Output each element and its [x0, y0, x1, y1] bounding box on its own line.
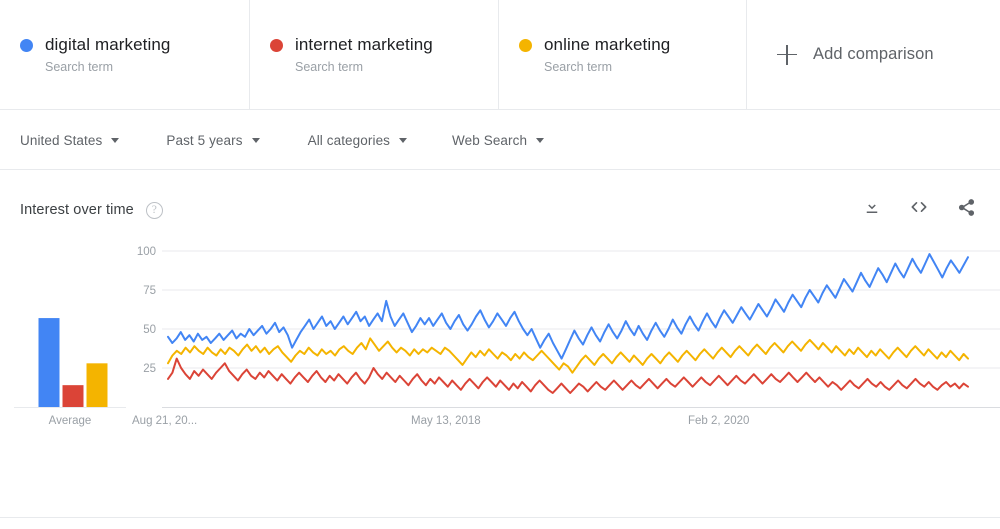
category-filter-label: All categories: [307, 132, 391, 148]
average-axis-label: Average: [48, 415, 92, 427]
chevron-down-icon: [251, 137, 260, 143]
svg-text:50: 50: [143, 324, 156, 336]
svg-text:100: 100: [137, 246, 156, 258]
add-comparison-label: Add comparison: [813, 45, 934, 63]
search-terms-bar: digital marketing Search term internet m…: [0, 0, 1000, 110]
svg-text:75: 75: [143, 285, 156, 297]
red-dot-icon: [270, 38, 283, 52]
chevron-down-icon: [536, 137, 545, 143]
download-icon[interactable]: [860, 195, 884, 219]
search-term-label: online marketing: [544, 35, 671, 54]
term-row: digital marketing: [20, 34, 249, 56]
search-type-filter-label: Web Search: [452, 132, 528, 148]
search-term-card-2[interactable]: internet marketing Search term: [250, 0, 499, 109]
time-range-filter-label: Past 5 years: [166, 132, 243, 148]
section-title: Interest over time: [20, 202, 134, 218]
svg-text:25: 25: [143, 363, 156, 375]
interest-over-time-header: Interest over time ?: [0, 181, 1000, 239]
category-filter[interactable]: All categories: [307, 132, 408, 148]
search-term-type: Search term: [544, 60, 613, 74]
interest-over-time-line-chart[interactable]: 100 75 50 25 Aug 21, 20... May 13, 2018 Feb…: [126, 239, 1000, 518]
region-filter-label: United States: [20, 132, 103, 148]
x-tick-label-1: Aug 21, 20...: [132, 415, 198, 427]
search-term-label: internet marketing: [295, 35, 433, 54]
add-comparison-button[interactable]: Add comparison: [747, 0, 1000, 109]
chevron-down-icon: [399, 137, 408, 143]
time-range-filter[interactable]: Past 5 years: [166, 132, 260, 148]
yellow-dot-icon: [519, 38, 532, 52]
search-term-card-1[interactable]: digital marketing Search term: [0, 0, 250, 109]
search-term-type: Search term: [45, 60, 114, 74]
chart-actions: [860, 195, 978, 219]
charts-area: Average 100 75 50 25 Aug 21, 20... May 13, …: [0, 239, 1000, 518]
chevron-down-icon: [111, 137, 120, 143]
region-filter[interactable]: United States: [20, 132, 120, 148]
x-tick-label-2: May 13, 2018: [411, 415, 481, 427]
code-embed-icon[interactable]: [907, 195, 931, 219]
blue-dot-icon: [20, 38, 33, 52]
share-icon[interactable]: [954, 195, 978, 219]
plus-icon: [777, 44, 797, 65]
x-tick-label-3: Feb 2, 2020: [688, 415, 750, 427]
term-row: online marketing: [519, 34, 746, 56]
interest-over-time-card: Interest over time ? Average 100 75 50 2…: [0, 181, 1000, 518]
search-type-filter[interactable]: Web Search: [452, 132, 545, 148]
google-trends-page: digital marketing Search term internet m…: [0, 0, 1000, 529]
filters-bar: United States Past 5 years All categorie…: [0, 111, 1000, 170]
help-icon[interactable]: ?: [145, 201, 163, 219]
average-bar-chart[interactable]: Average: [14, 239, 126, 518]
search-term-type: Search term: [295, 60, 364, 74]
search-term-card-3[interactable]: online marketing Search term: [499, 0, 747, 109]
term-row: internet marketing: [270, 34, 498, 56]
search-term-label: digital marketing: [45, 35, 171, 54]
